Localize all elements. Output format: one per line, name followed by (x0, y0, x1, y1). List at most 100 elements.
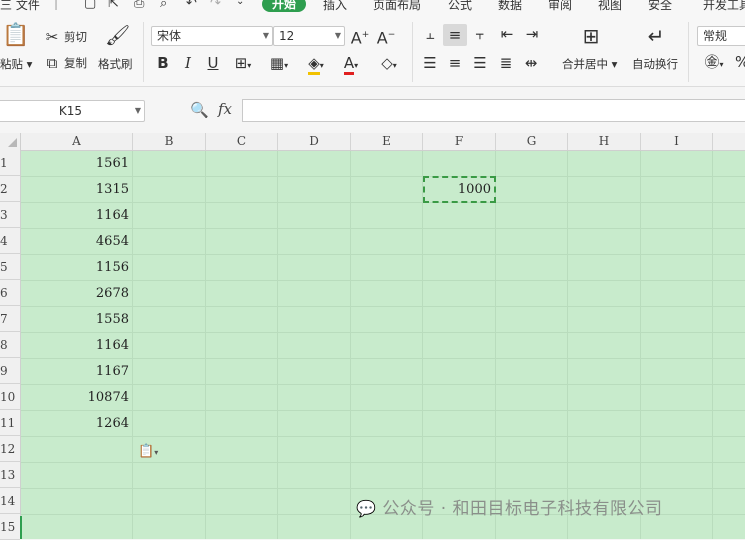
format-painter-button[interactable]: 格式刷 (98, 56, 133, 72)
insert-function-button[interactable]: fx (218, 100, 232, 118)
row-header[interactable]: 3 (0, 202, 20, 228)
name-box[interactable]: K15 ▼ (0, 100, 145, 122)
cell-a7[interactable]: 1558 (21, 307, 133, 333)
tab-view[interactable]: 视图 (598, 0, 622, 13)
tab-page-layout[interactable]: 页面布局 (373, 0, 421, 13)
row-header[interactable]: 15 (0, 514, 20, 540)
row-header[interactable]: 14 (0, 488, 20, 514)
align-left-icon[interactable]: ☰ (420, 55, 440, 71)
align-middle-icon[interactable]: ≡ (443, 24, 467, 46)
tab-insert[interactable]: 插入 (323, 0, 347, 13)
cell-a10[interactable]: 10874 (21, 385, 133, 411)
row-header[interactable]: 2 (0, 176, 20, 202)
increase-indent-icon[interactable]: ⇥ (522, 26, 542, 42)
tab-data[interactable]: 数据 (498, 0, 522, 13)
row-header[interactable]: 9 (0, 358, 20, 384)
decrease-indent-icon[interactable]: ⇤ (497, 26, 517, 42)
percent-icon[interactable]: % (735, 54, 745, 70)
tab-security[interactable]: 安全 (648, 0, 672, 13)
cell-a4[interactable]: 4654 (21, 229, 133, 255)
bold-icon[interactable]: B (155, 55, 171, 71)
align-top-icon[interactable]: ⫠ (420, 26, 440, 42)
cell-a5[interactable]: 1156 (21, 255, 133, 281)
row-header[interactable]: 11 (0, 410, 20, 436)
font-name-select[interactable]: 宋体 ▼ (151, 26, 273, 46)
merge-center-button[interactable]: 合并居中 ▾ (562, 56, 617, 72)
copy-icon[interactable]: ⧉ (44, 55, 60, 71)
zoom-formula-icon[interactable]: 🔍 (190, 102, 209, 118)
column-header[interactable]: B (133, 133, 206, 150)
formula-input[interactable] (242, 99, 745, 122)
font-color-icon[interactable]: A▾ (339, 54, 363, 75)
align-right-icon[interactable]: ☰ (470, 55, 490, 71)
cell-area[interactable]: 1561 1315 1164 4654 1156 2678 1558 1164 … (21, 151, 745, 539)
align-center-icon[interactable]: ≡ (445, 55, 465, 71)
print-icon[interactable]: ⎙ (134, 0, 144, 11)
tab-home[interactable]: 开始 (262, 0, 307, 12)
fill-color-icon[interactable]: ◈▾ (303, 54, 329, 75)
row-header[interactable]: 4 (0, 228, 20, 254)
copy-button[interactable]: 复制 (64, 55, 87, 71)
column-header[interactable] (713, 133, 745, 150)
tab-review[interactable]: 审阅 (548, 0, 572, 13)
cell-a3[interactable]: 1164 (21, 203, 133, 229)
tab-developer[interactable]: 开发工具 (703, 0, 745, 13)
row-header[interactable]: 13 (0, 462, 20, 488)
column-header[interactable]: D (278, 133, 351, 150)
justify-icon[interactable]: ≣ (496, 55, 516, 71)
row-header[interactable]: 6 (0, 280, 20, 306)
paste-button[interactable]: 粘贴 ▾ (0, 56, 32, 72)
row-header[interactable]: 10 (0, 384, 20, 410)
row-header[interactable]: 1 (0, 150, 20, 176)
tab-formulas[interactable]: 公式 (448, 0, 472, 13)
chevron-down-icon: ▼ (334, 31, 341, 40)
redo-icon[interactable]: ↷ (210, 0, 221, 11)
cell-a8[interactable]: 1164 (21, 333, 133, 359)
cut-button[interactable]: 剪切 (64, 29, 87, 45)
paste-options-button[interactable]: 📋▾ (138, 444, 158, 459)
currency-icon[interactable]: ㊎▾ (701, 54, 727, 73)
cell-a9[interactable]: 1167 (21, 359, 133, 385)
column-header[interactable]: H (568, 133, 641, 150)
column-header[interactable]: G (496, 133, 568, 150)
column-header[interactable]: E (351, 133, 423, 150)
file-menu[interactable]: 三 文件 (0, 0, 40, 13)
column-header[interactable]: C (206, 133, 278, 150)
italic-icon[interactable]: I (180, 55, 196, 71)
decrease-font-icon[interactable]: A− (376, 27, 396, 46)
cell-a6[interactable]: 2678 (21, 281, 133, 307)
divider: | (54, 0, 59, 10)
format-painter-icon[interactable]: 🖌 (105, 24, 130, 46)
export-icon[interactable]: ⇱ (108, 0, 119, 11)
save-icon[interactable]: ▢ (84, 0, 96, 11)
underline-icon[interactable]: U (205, 55, 221, 71)
wrap-text-button[interactable]: 自动换行 (632, 56, 678, 72)
scissors-icon[interactable]: ✂ (44, 29, 60, 45)
undo-icon[interactable]: ↶ (186, 0, 197, 11)
row-header[interactable]: 8 (0, 332, 20, 358)
cell-a2[interactable]: 1315 (21, 177, 133, 203)
increase-font-icon[interactable]: A+ (350, 27, 370, 46)
cell-f2[interactable]: 1000 (423, 177, 495, 203)
column-header[interactable]: F (423, 133, 496, 150)
cell-a1[interactable]: 1561 (21, 151, 133, 177)
column-header[interactable]: A (21, 133, 133, 150)
merge-center-icon[interactable]: ⊞ (578, 24, 604, 48)
column-header[interactable]: I (641, 133, 713, 150)
number-format-select[interactable]: 常规 (697, 26, 745, 46)
row-header[interactable]: 7 (0, 306, 20, 332)
row-header[interactable]: 12 (0, 436, 20, 462)
align-bottom-icon[interactable]: ⫟ (470, 26, 490, 42)
wrap-text-icon[interactable]: ↵ (643, 24, 669, 48)
quick-access-dropdown-icon[interactable]: ⌄ (236, 0, 244, 7)
select-all-corner[interactable] (0, 133, 21, 150)
border-icon[interactable]: ⊞▾ (231, 55, 255, 74)
cell-a11[interactable]: 1264 (21, 411, 133, 437)
font-size-select[interactable]: 12 ▼ (273, 26, 345, 46)
row-header[interactable]: 5 (0, 254, 20, 280)
print-preview-icon[interactable]: ⌕ (160, 0, 167, 11)
clear-format-icon[interactable]: ◇▾ (375, 55, 403, 74)
distribute-icon[interactable]: ⇹ (521, 55, 541, 71)
cell-style-icon[interactable]: ▦▾ (266, 55, 292, 74)
paste-icon[interactable]: 📋 (2, 24, 30, 48)
